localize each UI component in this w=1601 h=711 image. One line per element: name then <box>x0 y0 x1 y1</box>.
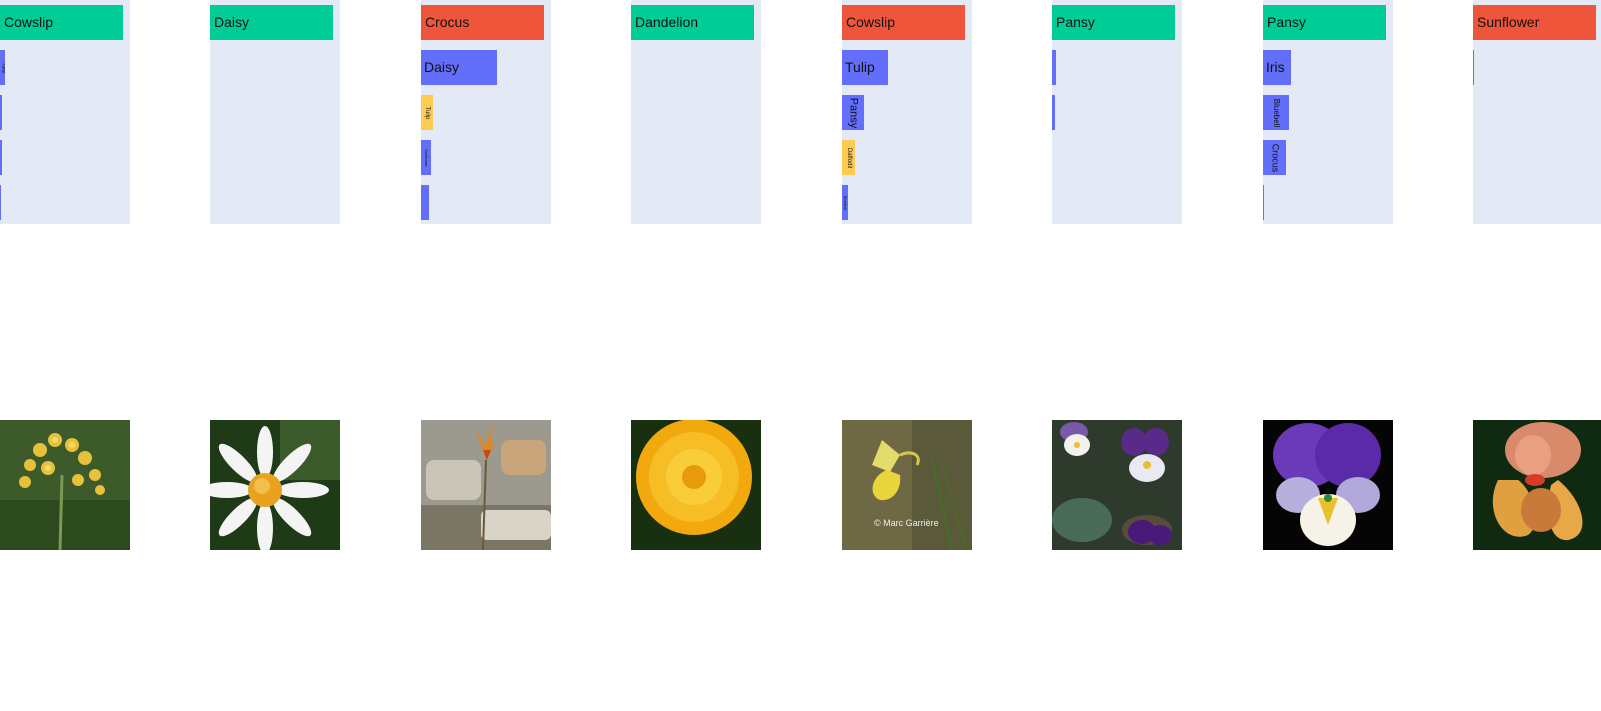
prediction-bar <box>1473 50 1474 85</box>
iris-photo <box>1473 420 1601 550</box>
prediction-bar: Iris <box>1263 50 1291 85</box>
prediction-bar: Crocus <box>1263 140 1286 175</box>
prediction-label: Tulip <box>424 106 430 119</box>
prediction-label: Tulip <box>0 62 5 73</box>
top-prediction-bar: Dandelion <box>631 5 754 40</box>
prediction-bar <box>421 185 429 220</box>
crocus-photo <box>421 420 551 550</box>
result-panel-6: Pansy <box>1052 0 1182 224</box>
photo-watermark: © Marc Garrière <box>874 518 939 528</box>
prediction-label: Bluebell <box>1272 98 1281 127</box>
top-prediction-bar: Pansy <box>1263 5 1386 40</box>
prediction-bar <box>0 140 2 175</box>
top-prediction-bar: Cowslip <box>842 5 965 40</box>
prediction-bar: Tulip <box>0 50 5 85</box>
daisy-photo <box>210 420 340 550</box>
prediction-bar: Sunflower <box>421 140 431 175</box>
prediction-bar <box>1052 50 1056 85</box>
result-panel-3: Crocus Daisy Tulip Sunflower <box>421 0 551 224</box>
prediction-label: Sunflower <box>424 148 429 167</box>
prediction-bar <box>0 185 1 220</box>
result-panel-4: Dandelion <box>631 0 761 224</box>
prediction-label: Iris <box>1266 59 1285 75</box>
top-prediction-bar: Cowslip <box>0 5 123 40</box>
prediction-bar: Daffodil <box>842 140 855 175</box>
prediction-bar <box>1263 185 1264 220</box>
prediction-bar <box>1052 95 1055 130</box>
prediction-label: Bluebell <box>843 195 848 210</box>
top-prediction-bar: Sunflower <box>1473 5 1596 40</box>
prediction-bar: Bluebell <box>1263 95 1289 130</box>
result-panel-8: Sunflower <box>1473 0 1601 224</box>
prediction-bar: Bluebell <box>842 185 848 220</box>
prediction-label: Daisy <box>424 59 460 75</box>
prediction-bar <box>0 95 2 130</box>
top-prediction-bar: Crocus <box>421 5 544 40</box>
prediction-label: Tulip <box>845 59 875 75</box>
daffodil-photo: © Marc Garrière <box>842 420 972 550</box>
pansy-photo <box>1052 420 1182 550</box>
result-panel-5: Cowslip Tulip Pansy Daffodil Bluebell <box>842 0 972 224</box>
result-panel-2: Daisy <box>210 0 340 224</box>
result-panel-1: Cowslip Tulip <box>0 0 130 224</box>
prediction-bar: Daisy <box>421 50 497 85</box>
prediction-bar: Tulip <box>421 95 433 130</box>
prediction-label: Crocus <box>1270 143 1280 172</box>
prediction-bar: Tulip <box>842 50 888 85</box>
result-panel-7: Pansy Iris Bluebell Crocus <box>1263 0 1393 224</box>
prediction-label: Pansy <box>847 97 860 128</box>
top-prediction-bar: Daisy <box>210 5 333 40</box>
cowslip-photo <box>0 420 130 550</box>
pansy-photo-2 <box>1263 420 1393 550</box>
prediction-label: Daffodil <box>845 147 852 168</box>
top-prediction-bar: Pansy <box>1052 5 1175 40</box>
dandelion-photo <box>631 420 761 550</box>
prediction-bar: Pansy <box>842 95 864 130</box>
